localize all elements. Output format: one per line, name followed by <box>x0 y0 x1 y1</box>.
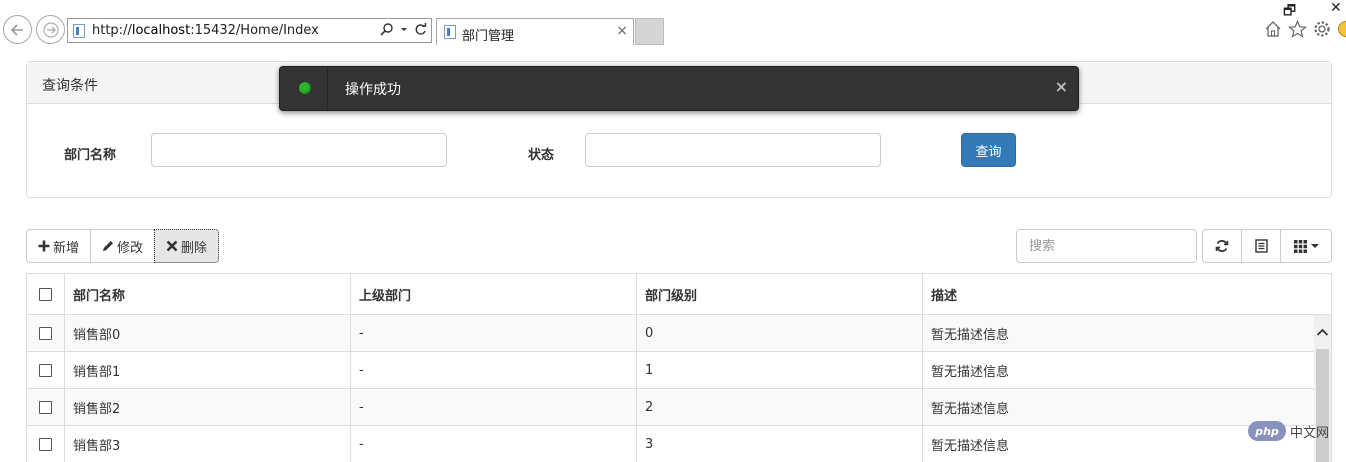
query-button[interactable]: 查询 <box>961 133 1016 167</box>
forward-button[interactable] <box>36 15 65 44</box>
row-checkbox[interactable] <box>39 363 52 377</box>
success-toast: 操作成功 × <box>279 66 1079 111</box>
tab-title: 部门管理 <box>462 29 515 44</box>
header-dept-name[interactable]: 部门名称 <box>64 274 350 314</box>
header-dept-level[interactable]: 部门级别 <box>636 274 922 314</box>
status-label: 状态 <box>528 148 555 163</box>
refresh-button[interactable] <box>1202 229 1242 263</box>
row-select-cell <box>27 389 64 425</box>
plus-icon <box>38 240 50 252</box>
browser-chrome: http://localhost:15432/Home/Index 部门管理 ×… <box>0 0 1346 50</box>
back-button[interactable] <box>3 15 32 44</box>
close-window-icon[interactable]: ✕ <box>1330 0 1342 16</box>
site-watermark: php 中文网 <box>1248 420 1329 442</box>
cell-dept-name: 销售部0 <box>64 315 350 351</box>
table-row[interactable]: 销售部3 - 3 暂无描述信息 <box>27 426 1331 462</box>
toggle-view-button[interactable] <box>1241 229 1281 263</box>
toast-status-area <box>280 67 328 110</box>
back-arrow-icon <box>10 24 23 36</box>
dropdown-arrow-icon[interactable] <box>400 22 408 37</box>
reload-icon[interactable] <box>414 22 427 37</box>
table-search-input[interactable] <box>1016 229 1197 263</box>
status-input[interactable] <box>585 133 881 167</box>
delete-button[interactable]: 删除 <box>154 229 220 263</box>
columns-dropdown-button[interactable] <box>1280 229 1332 263</box>
search-icon[interactable] <box>380 22 394 37</box>
grid-icon <box>1293 239 1307 253</box>
row-select-cell <box>27 315 64 351</box>
forward-arrow-icon <box>43 22 59 38</box>
table-row[interactable]: 销售部1 - 1 暂无描述信息 <box>27 352 1331 389</box>
dept-table: 部门名称 上级部门 部门级别 描述 销售部0 - 0 暂无描述信息 销售部1 -… <box>26 273 1332 462</box>
cell-dept-name: 销售部3 <box>64 426 350 462</box>
cell-parent-dept: - <box>350 426 636 462</box>
table-tools-group <box>1202 229 1332 263</box>
row-checkbox[interactable] <box>39 326 52 340</box>
cell-description: 暂无描述信息 <box>922 315 1331 351</box>
cell-dept-name: 销售部1 <box>64 352 350 388</box>
tab-page-icon <box>444 25 456 39</box>
refresh-icon <box>1215 240 1229 252</box>
table-row[interactable]: 销售部0 - 0 暂无描述信息 <box>27 315 1331 352</box>
cell-parent-dept: - <box>350 389 636 425</box>
php-logo: php <box>1248 421 1286 441</box>
row-checkbox[interactable] <box>39 400 52 414</box>
table-header-row: 部门名称 上级部门 部门级别 描述 <box>27 274 1331 315</box>
edit-button-label: 修改 <box>117 240 144 256</box>
tab-dept-management[interactable]: 部门管理 × <box>436 18 634 45</box>
caret-down-icon <box>1310 244 1319 248</box>
home-icon[interactable] <box>1264 20 1282 38</box>
cell-dept-level: 2 <box>636 389 922 425</box>
delete-button-label: 删除 <box>181 240 208 256</box>
row-checkbox[interactable] <box>39 437 52 451</box>
page-icon <box>73 24 85 38</box>
new-tab-button[interactable] <box>635 18 664 45</box>
watermark-text: 中文网 <box>1290 425 1330 441</box>
table-row[interactable]: 销售部2 - 2 暂无描述信息 <box>27 389 1331 426</box>
add-button[interactable]: 新增 <box>26 229 92 263</box>
cell-description: 暂无描述信息 <box>922 352 1331 388</box>
scroll-up-icon[interactable] <box>1316 327 1329 337</box>
row-select-cell <box>27 352 64 388</box>
pencil-icon <box>103 241 114 251</box>
smiley-feedback-icon[interactable] <box>1337 20 1346 38</box>
cell-dept-name: 销售部2 <box>64 389 350 425</box>
dept-name-label: 部门名称 <box>64 148 117 163</box>
success-dot-icon <box>299 82 311 94</box>
scrollbar-thumb[interactable] <box>1316 349 1329 462</box>
header-parent-dept[interactable]: 上级部门 <box>350 274 636 314</box>
settings-gear-icon[interactable] <box>1313 20 1331 38</box>
address-bar[interactable]: http://localhost:15432/Home/Index <box>67 18 432 43</box>
select-all-checkbox[interactable] <box>39 287 52 301</box>
cell-dept-level: 0 <box>636 315 922 351</box>
toast-close-icon[interactable]: × <box>1055 77 1068 96</box>
cell-dept-level: 3 <box>636 426 922 462</box>
x-icon <box>166 240 178 252</box>
cell-parent-dept: - <box>350 315 636 351</box>
list-icon <box>1254 239 1268 253</box>
dept-name-input[interactable] <box>151 133 447 167</box>
tab-close-icon[interactable]: × <box>616 23 628 39</box>
action-button-group: 新增 修改 删除 <box>26 229 220 263</box>
cell-dept-level: 1 <box>636 352 922 388</box>
edit-button[interactable]: 修改 <box>90 229 156 263</box>
add-button-label: 新增 <box>53 240 80 256</box>
favorites-star-icon[interactable] <box>1288 20 1307 38</box>
cell-parent-dept: - <box>350 352 636 388</box>
url-text: http://localhost:15432/Home/Index <box>92 23 319 38</box>
query-panel-title: 查询条件 <box>42 78 98 94</box>
toast-message: 操作成功 <box>345 82 401 98</box>
row-select-cell <box>27 426 64 462</box>
header-select-cell <box>27 274 64 314</box>
header-description[interactable]: 描述 <box>922 274 1331 314</box>
